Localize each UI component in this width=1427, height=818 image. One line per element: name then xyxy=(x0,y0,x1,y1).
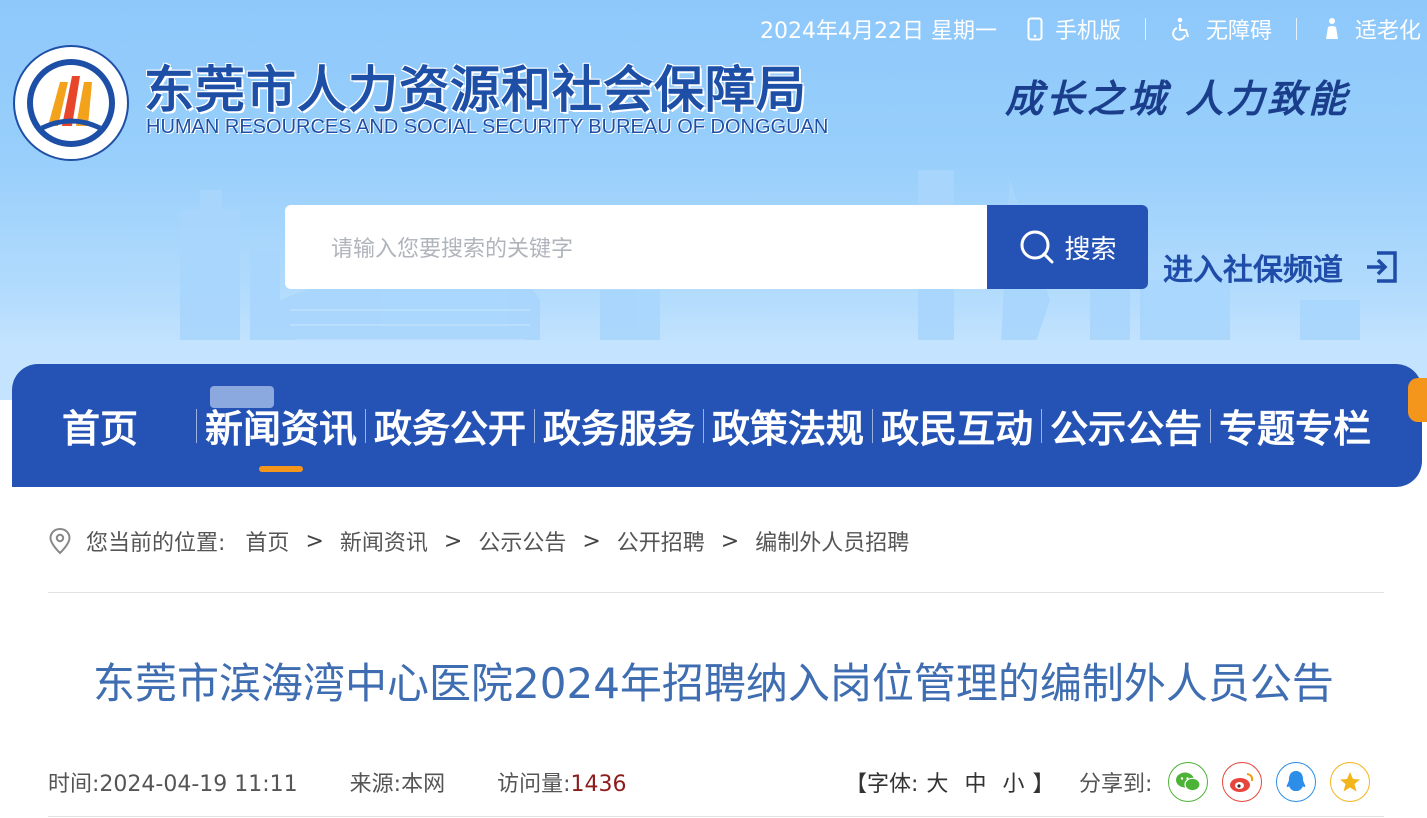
meta-divider xyxy=(48,816,1384,817)
wechat-icon[interactable] xyxy=(1168,762,1209,802)
topbar-divider xyxy=(1144,18,1146,40)
breadcrumb-public-recruitment[interactable]: 公开招聘 xyxy=(617,525,705,557)
nav-divider xyxy=(1210,408,1212,443)
enter-icon xyxy=(1363,249,1399,285)
weibo-icon[interactable] xyxy=(1222,762,1263,802)
nav-item-topics[interactable]: 专题专栏 xyxy=(1219,364,1371,487)
breadcrumb-label: 您当前的位置: xyxy=(86,531,226,556)
main-nav-items: 首页 新闻资讯 政务公开 政务服务 政策法规 政民互动 公示公告 专题专栏 xyxy=(12,364,1422,487)
site-slogan: 成长之城 人力致能 xyxy=(1005,76,1350,121)
nav-divider xyxy=(1041,408,1043,443)
article-title: 东莞市滨海湾中心医院2024年招聘纳入岗位管理的编制外人员公告 xyxy=(93,659,1334,708)
nav-divider xyxy=(196,408,197,443)
current-date: 2024年4月22日 星期一 xyxy=(759,19,997,44)
social-security-channel-link[interactable]: 进入社保频道 xyxy=(1163,245,1399,289)
mobile-version-link[interactable]: 手机版 xyxy=(1027,13,1121,45)
elderly-person-icon xyxy=(1321,17,1343,41)
qzone-icon[interactable] xyxy=(1330,762,1371,802)
nav-item-gov-services[interactable]: 政务服务 xyxy=(543,364,695,487)
share-bar: 分享到: xyxy=(1079,760,1384,804)
visit-count: 访问量:1436 xyxy=(497,772,627,797)
breadcrumb-announcements[interactable]: 公示公告 xyxy=(478,525,566,557)
nav-item-announcements[interactable]: 公示公告 xyxy=(1050,364,1202,487)
breadcrumb-separator: > xyxy=(720,528,740,554)
publish-time: 时间:2024-04-19 11:11 xyxy=(48,772,298,797)
breadcrumb-home[interactable]: 首页 xyxy=(245,525,289,557)
breadcrumb-divider xyxy=(48,592,1384,593)
nav-divider xyxy=(365,408,367,443)
nav-item-news[interactable]: 新闻资讯 xyxy=(205,364,357,487)
bureau-logo xyxy=(13,45,129,161)
search-placeholder: 请输入您要搜索的关键字 xyxy=(331,237,574,262)
phone-icon xyxy=(1027,17,1043,41)
search-icon xyxy=(1018,228,1056,266)
font-size-small[interactable]: 小 xyxy=(1002,766,1024,798)
topbar-divider xyxy=(1295,18,1297,40)
nav-item-gov-affairs[interactable]: 政务公开 xyxy=(374,364,526,487)
nav-divider xyxy=(872,408,874,443)
article-meta: 时间:2024-04-19 11:11 来源:本网 访问量:1436 xyxy=(48,765,679,799)
header-banner: 2024年4月22日 星期一 手机版 无障碍 适老化 东莞市人力资源和社会保障局… xyxy=(0,0,1427,400)
nav-item-policies[interactable]: 政策法规 xyxy=(712,364,864,487)
breadcrumb-separator: > xyxy=(305,528,324,554)
font-size-large[interactable]: 大 xyxy=(926,766,948,798)
font-size-switcher: 【字体: 大 中 小 】 xyxy=(845,765,1054,799)
breadcrumb-non-staff-recruitment[interactable]: 编制外人员招聘 xyxy=(755,525,909,557)
share-label: 分享到: xyxy=(1079,772,1153,797)
nav-divider xyxy=(703,408,705,443)
nav-active-indicator xyxy=(259,466,303,472)
nav-edge-accent xyxy=(1408,378,1427,422)
wheelchair-icon xyxy=(1170,17,1194,41)
elderly-mode-link[interactable]: 适老化 xyxy=(1321,13,1421,45)
breadcrumb: 您当前的位置: 首页 > 新闻资讯 > 公示公告 > 公开招聘 > 编制外人员招… xyxy=(48,525,909,557)
nav-divider xyxy=(534,408,536,443)
breadcrumb-news[interactable]: 新闻资讯 xyxy=(340,525,428,557)
top-utility-bar: 2024年4月22日 星期一 手机版 无障碍 适老化 xyxy=(760,12,1421,46)
nav-item-interaction[interactable]: 政民互动 xyxy=(881,364,1033,487)
search-input[interactable]: 请输入您要搜索的关键字 xyxy=(285,205,987,289)
breadcrumb-separator: > xyxy=(582,528,601,554)
visit-count-value: 1436 xyxy=(570,772,627,797)
font-size-medium[interactable]: 中 xyxy=(964,766,986,798)
search-button[interactable]: 搜索 xyxy=(987,205,1148,289)
breadcrumb-separator: > xyxy=(443,528,463,554)
site-name-cn: 东莞市人力资源和社会保障局 xyxy=(144,61,807,119)
nav-item-home[interactable]: 首页 xyxy=(12,364,188,487)
site-name-en: HUMAN RESOURCES AND SOCIAL SECURITY BURE… xyxy=(146,116,829,138)
qq-icon[interactable] xyxy=(1276,762,1317,802)
article-source: 来源:本网 xyxy=(349,772,446,797)
accessibility-link[interactable]: 无障碍 xyxy=(1170,13,1272,45)
location-pin-icon xyxy=(48,527,72,555)
